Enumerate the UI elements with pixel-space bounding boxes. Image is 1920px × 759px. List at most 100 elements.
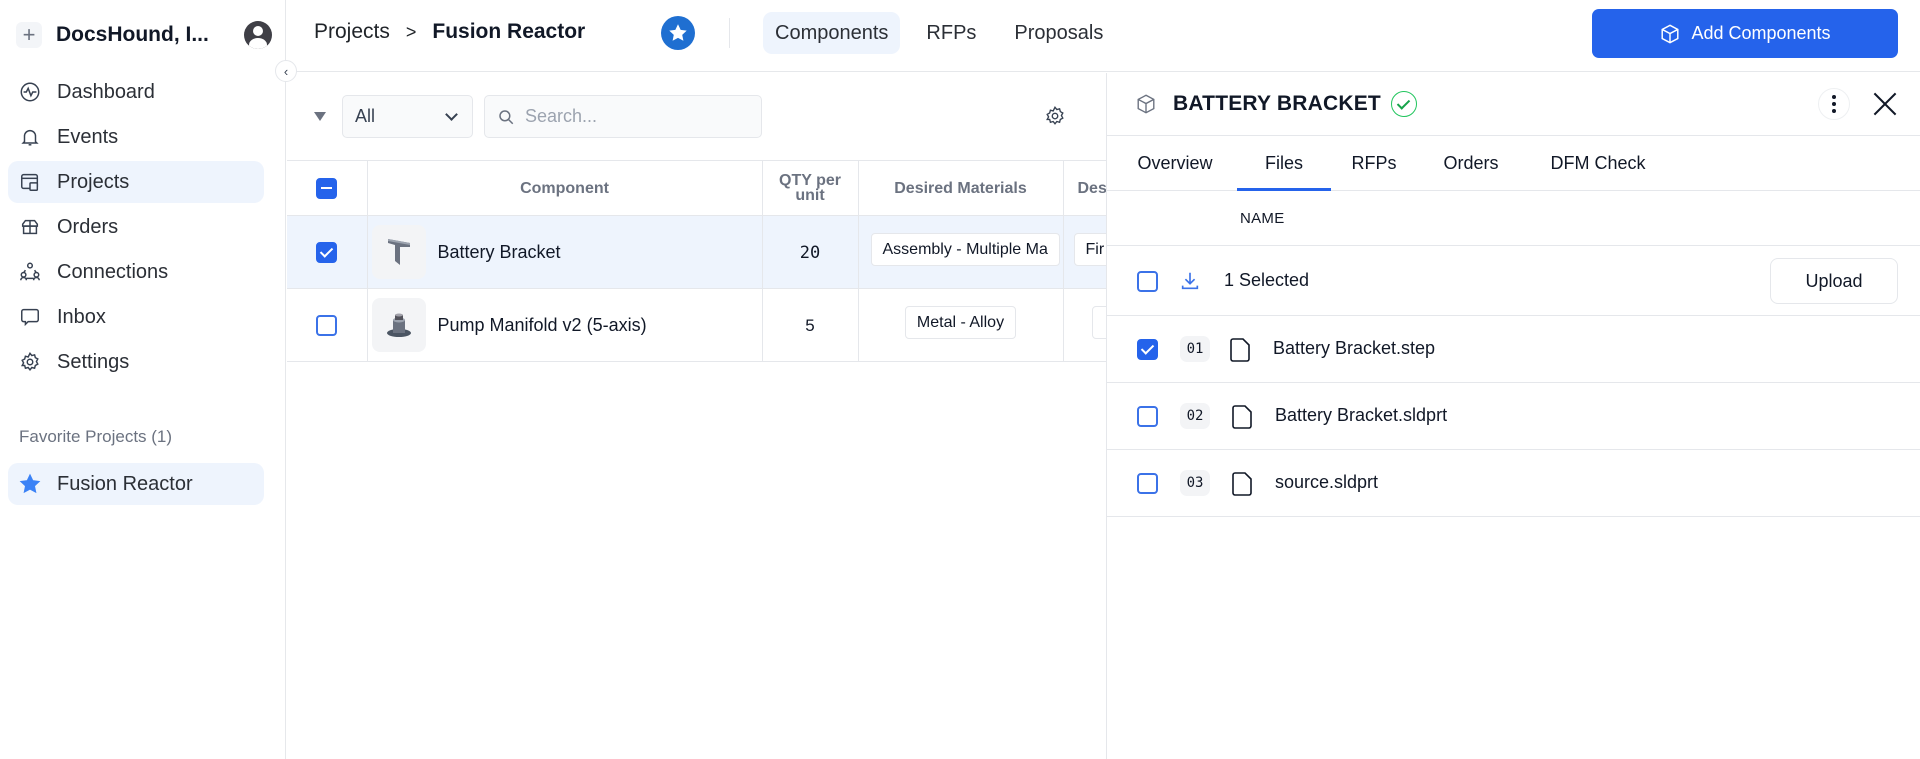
panel-title: BATTERY BRACKET [1173, 92, 1381, 115]
filter-toggle-icon[interactable] [314, 112, 326, 121]
sidebar-item-projects[interactable]: Projects [8, 161, 264, 203]
star-icon [18, 472, 42, 496]
sidebar-item-inbox[interactable]: Inbox [8, 296, 264, 338]
file-checkbox[interactable] [1137, 473, 1158, 494]
list-toolbar: All [287, 73, 1106, 160]
tab-rfps[interactable]: RFPs [914, 12, 988, 54]
add-components-label: Add Components [1691, 23, 1831, 43]
file-checkbox[interactable] [1137, 406, 1158, 427]
row-select-cell [287, 215, 368, 289]
sidebar: + DocsHound, I... Dashboard Events Proje… [0, 0, 286, 759]
org-switcher[interactable]: + DocsHound, I... [16, 18, 272, 52]
file-name[interactable]: Battery Bracket.step [1273, 338, 1435, 359]
qty-cell: 5 [762, 288, 859, 362]
materials-cell: Metal - Alloy [858, 288, 1064, 362]
component-cell: Pump Manifold v2 (5-axis) [367, 288, 763, 362]
close-panel-button[interactable] [1872, 91, 1898, 117]
sidebar-item-label: Orders [57, 215, 119, 238]
file-name[interactable]: Battery Bracket.sldprt [1275, 405, 1447, 426]
sidebar-item-label: Connections [57, 260, 169, 283]
sidebar-item-label: Settings [57, 350, 130, 373]
breadcrumb: Projects > Fusion Reactor [314, 20, 585, 44]
sidebar-item-label: Projects [57, 170, 130, 193]
column-header-qty[interactable]: QTY per unit [762, 160, 859, 216]
download-button[interactable] [1179, 270, 1201, 292]
verified-check-icon [1390, 91, 1417, 117]
sidebar-item-settings[interactable]: Settings [8, 341, 264, 383]
favorites-list: Fusion Reactor [8, 463, 264, 508]
sidebar-item-orders[interactable]: Orders [8, 206, 264, 248]
filter-select-value: All [355, 106, 376, 126]
material-pill[interactable]: Assembly - Multiple Ma [870, 233, 1060, 266]
project-tabs: Components RFPs Proposals [763, 12, 1129, 54]
favorite-toggle-button[interactable] [661, 16, 695, 50]
top-bar: Projects > Fusion Reactor Components RFP… [287, 0, 1920, 72]
files-column-header: NAME [1107, 191, 1920, 246]
column-header-materials[interactable]: Desired Materials [858, 160, 1064, 216]
sidebar-item-connections[interactable]: Connections [8, 251, 264, 293]
row-checkbox[interactable] [316, 314, 338, 336]
table-row[interactable]: Battery Bracket 20 Assembly - Multiple M… [287, 215, 1118, 289]
message-icon [18, 305, 42, 329]
table-settings-button[interactable] [1044, 105, 1066, 127]
chevron-left-icon: ‹ [283, 63, 289, 79]
breadcrumb-current: Fusion Reactor [432, 20, 586, 43]
file-index: 02 [1180, 403, 1210, 429]
component-thumbnail [371, 225, 426, 279]
qty-value: 5 [805, 315, 815, 335]
chevron-right-icon: > [405, 21, 417, 42]
divider [729, 18, 730, 48]
sidebar-item-label: Inbox [57, 305, 106, 328]
bell-icon [18, 125, 42, 149]
search-input[interactable] [525, 106, 755, 127]
selected-count: 1 Selected [1224, 270, 1310, 290]
orders-icon [18, 215, 42, 239]
more-options-button[interactable] [1818, 88, 1850, 120]
tab-files[interactable]: Files [1237, 136, 1331, 191]
tab-overview[interactable]: Overview [1135, 136, 1215, 190]
org-name[interactable]: DocsHound, I... [56, 23, 244, 47]
sidebar-item-events[interactable]: Events [8, 116, 264, 158]
component-name[interactable]: Pump Manifold v2 (5-axis) [438, 315, 647, 336]
favorite-item-fusion-reactor[interactable]: Fusion Reactor [8, 463, 264, 505]
component-thumbnail [371, 298, 426, 352]
select-all-checkbox[interactable] [316, 177, 338, 199]
sidebar-item-dashboard[interactable]: Dashboard [8, 71, 264, 113]
file-row[interactable]: 03 source.sldprt [1107, 450, 1920, 517]
selection-bar: 1 Selected Upload [1107, 246, 1920, 316]
tab-components[interactable]: Components [763, 12, 901, 54]
tab-proposals[interactable]: Proposals [1002, 12, 1115, 54]
add-components-button[interactable]: Add Components [1592, 9, 1898, 58]
breadcrumb-projects[interactable]: Projects [314, 20, 390, 44]
tab-dfm-check[interactable]: DFM Check [1548, 136, 1648, 190]
plus-icon[interactable]: + [16, 22, 42, 48]
table-row[interactable]: Pump Manifold v2 (5-axis) 5 Metal - Allo… [287, 288, 1118, 362]
file-checkbox[interactable] [1137, 339, 1158, 360]
chevron-down-icon [445, 108, 458, 121]
gear-icon [18, 350, 42, 374]
panel-header: BATTERY BRACKET [1107, 73, 1920, 136]
collapse-sidebar-button[interactable]: ‹ [275, 60, 297, 82]
materials-cell: Assembly - Multiple Ma [858, 215, 1064, 289]
qty-cell: 20 [762, 215, 859, 289]
avatar[interactable] [244, 21, 272, 49]
favorite-item-label: Fusion Reactor [57, 472, 193, 495]
file-row[interactable]: 02 Battery Bracket.sldprt [1107, 383, 1920, 450]
material-pill[interactable]: Metal - Alloy [904, 306, 1017, 339]
component-name[interactable]: Battery Bracket [438, 242, 561, 263]
select-all-cell [287, 160, 368, 216]
row-checkbox[interactable] [316, 241, 338, 263]
star-icon [669, 24, 687, 41]
file-icon [1229, 338, 1251, 362]
file-row[interactable]: 01 Battery Bracket.step [1107, 316, 1920, 383]
search-icon [499, 109, 514, 124]
upload-button[interactable]: Upload [1770, 258, 1898, 304]
select-all-files-checkbox[interactable] [1137, 271, 1158, 292]
file-index: 01 [1180, 336, 1210, 362]
tab-rfps[interactable]: RFPs [1346, 136, 1402, 190]
column-header-component[interactable]: Component [367, 160, 763, 216]
tab-orders[interactable]: Orders [1436, 136, 1506, 190]
file-name[interactable]: source.sldprt [1275, 472, 1378, 493]
filter-select[interactable]: All [342, 95, 473, 138]
column-header-name[interactable]: NAME [1240, 210, 1285, 227]
